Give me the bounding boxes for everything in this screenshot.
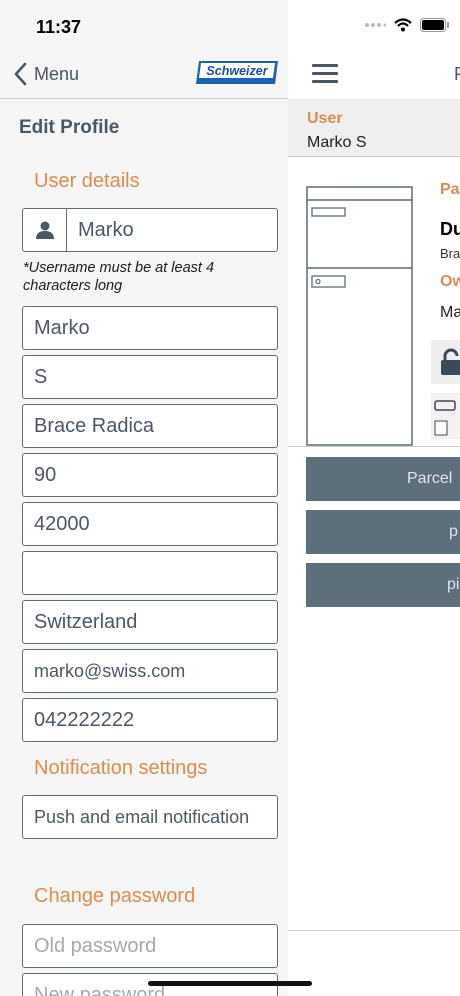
chevron-left-icon bbox=[14, 62, 27, 86]
user-label: User bbox=[307, 110, 343, 127]
user-icon bbox=[35, 221, 54, 239]
back-label: Menu bbox=[34, 63, 80, 84]
notification-select[interactable]: Push and email notification bbox=[22, 795, 278, 839]
header-divider bbox=[0, 98, 288, 99]
status-icons bbox=[364, 18, 450, 32]
section-notification-settings: Notification settings bbox=[34, 757, 208, 779]
parcel-button[interactable]: Parcel bbox=[306, 457, 460, 501]
home-indicator bbox=[148, 981, 312, 986]
page-title: Edit Profile bbox=[19, 117, 120, 138]
first-name-field[interactable]: Marko bbox=[22, 306, 278, 350]
side-small: Bra bbox=[440, 246, 460, 261]
battery-level-icon bbox=[434, 400, 456, 436]
side-label-2: Ow bbox=[440, 273, 460, 290]
side-text: Ma bbox=[440, 304, 460, 321]
username-value: Marko bbox=[78, 218, 134, 241]
country-field[interactable]: Switzerland bbox=[22, 600, 278, 644]
bottom-divider bbox=[288, 930, 460, 931]
action-button-3[interactable]: pi bbox=[306, 563, 460, 607]
street-field[interactable]: Brace Radica bbox=[22, 404, 278, 448]
battery-icon bbox=[420, 18, 449, 32]
schweizer-logo: Schweizer bbox=[196, 61, 278, 84]
divider bbox=[288, 446, 460, 447]
username-field[interactable]: Marko bbox=[22, 208, 278, 252]
postal-code-field[interactable]: 42000 bbox=[22, 502, 278, 546]
logo-text: Schweizer bbox=[206, 64, 268, 78]
status-time: 11:37 bbox=[36, 17, 82, 37]
background-screen: P User Marko S Pa Du Bra Ow Ma Parcel p … bbox=[288, 0, 460, 996]
house-number-field[interactable]: 90 bbox=[22, 453, 278, 497]
menu-hamburger-icon[interactable] bbox=[312, 64, 338, 84]
side-bold: Du bbox=[440, 219, 460, 239]
lock-icon-box[interactable] bbox=[431, 340, 460, 384]
battery-box bbox=[431, 393, 460, 439]
lock-icon bbox=[441, 348, 460, 375]
action-button-2[interactable]: p bbox=[306, 510, 460, 554]
section-user-details: User details bbox=[34, 170, 140, 192]
old-password-field[interactable]: Old password bbox=[22, 924, 278, 968]
user-icon-box bbox=[23, 209, 67, 251]
signal-icon bbox=[365, 23, 386, 27]
user-bar: User Marko S bbox=[288, 99, 460, 157]
email-field[interactable]: marko@swiss.com bbox=[22, 649, 278, 693]
last-name-field[interactable]: S bbox=[22, 355, 278, 399]
parcel-box-icon bbox=[306, 186, 413, 446]
section-change-password: Change password bbox=[34, 885, 196, 907]
back-menu-button[interactable]: Menu bbox=[12, 60, 79, 88]
edit-profile-panel: 11:37 Menu Schweizer Edit Profile User d… bbox=[0, 0, 288, 996]
user-name: Marko S bbox=[307, 134, 367, 151]
city-field[interactable] bbox=[22, 551, 278, 595]
wifi-icon bbox=[394, 18, 412, 32]
phone-field[interactable]: 042222222 bbox=[22, 698, 278, 742]
background-title: P bbox=[454, 64, 460, 85]
side-label-1: Pa bbox=[440, 181, 460, 198]
username-hint: *Username must be at least 4 characters … bbox=[23, 260, 215, 294]
